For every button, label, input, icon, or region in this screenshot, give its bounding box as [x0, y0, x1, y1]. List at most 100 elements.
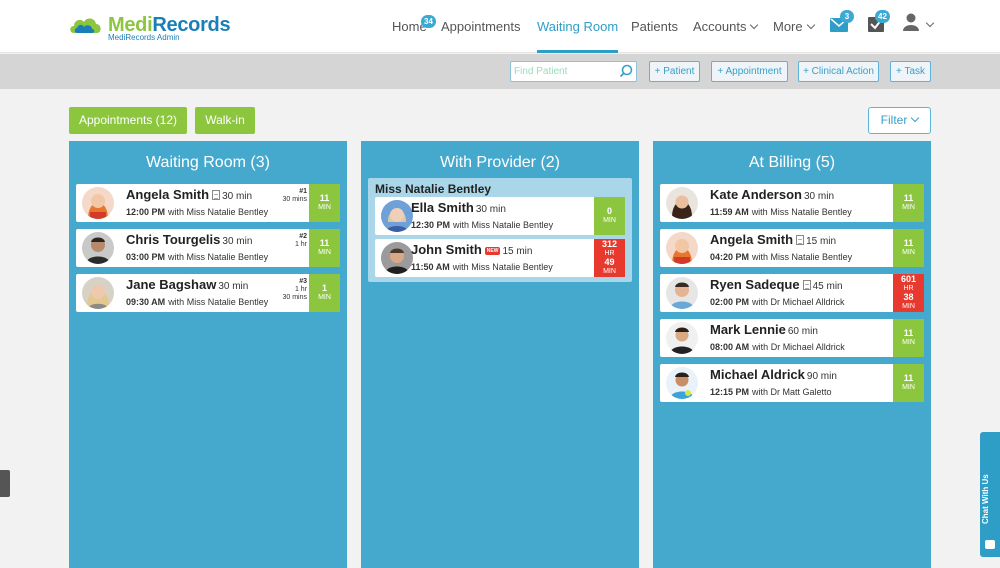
patient-card[interactable]: Jane Bagshaw 30 min 09:30 AM with Miss Nat… [76, 274, 340, 312]
appointment-duration: 90 min [806, 371, 837, 382]
queue-position: #2 1 hr [294, 233, 307, 248]
appointment-info: 11:50 AM with Miss Natalie Bentley [411, 262, 553, 272]
nav-accounts[interactable]: Accounts [693, 0, 759, 53]
appointment-duration: 15 min [806, 236, 837, 247]
walk-in-button[interactable]: Walk-in [195, 107, 255, 134]
with-provider-column: With Provider (2) Miss Natalie Bentley E… [361, 141, 639, 568]
appointments-button[interactable]: Appointments (12) [69, 107, 187, 134]
patient-name: John Smith NEW 15 min [411, 242, 533, 257]
patient-card[interactable]: Angela Smith 15 min 04:20 PM with Miss Nat… [660, 229, 924, 267]
cloud-logo-icon [70, 18, 101, 33]
appointment-duration: 30 min [222, 191, 253, 202]
appointment-time: 12:30 PM [411, 220, 451, 230]
wait-time-badge: 601 HR 38 MIN [893, 274, 924, 312]
chevron-down-icon [750, 20, 759, 30]
provider-name: with Miss Natalie Bentley [751, 207, 852, 217]
appointment-duration: 30 min [803, 191, 834, 202]
notes-icon[interactable] [212, 190, 221, 200]
nav-appointments[interactable]: Appointments [441, 0, 521, 53]
appointment-time: 03:00 PM [126, 252, 166, 262]
filter-button[interactable]: Filter [868, 107, 931, 134]
add-patient-button[interactable]: + Patient [649, 61, 700, 82]
add-task-button[interactable]: + Task [890, 61, 931, 82]
patient-card[interactable]: John Smith NEW 15 min 11:50 AM with Miss Na… [375, 239, 625, 277]
add-clinical-action-button[interactable]: + Clinical Action [798, 61, 879, 82]
nav-waiting-room[interactable]: Waiting Room [537, 0, 619, 53]
add-appointment-button[interactable]: + Appointment [711, 61, 788, 82]
wait-time-badge: 1 MIN [309, 274, 340, 312]
nav-patients[interactable]: Patients [631, 0, 678, 53]
appointment-duration: 15 min [502, 246, 533, 257]
action-bar: + Patient + Appointment + Clinical Actio… [0, 54, 1000, 89]
appointment-time: 09:30 AM [126, 297, 166, 307]
patient-card[interactable]: Angela Smith 30 min 12:00 PM with Miss Nat… [76, 184, 340, 222]
patient-card[interactable]: Mark Lennie 60 min 08:00 AM with Dr Michae… [660, 319, 924, 357]
notes-icon[interactable] [802, 280, 811, 290]
patient-name: Kate Anderson 30 min [710, 187, 834, 202]
logo-subtitle: MediRecords Admin [108, 33, 180, 42]
wait-time-badge: 11 MIN [893, 319, 924, 357]
patient-name: Ella Smith 30 min [411, 200, 506, 215]
appointment-time: 04:20 PM [710, 252, 750, 262]
wait-time-badge: 11 MIN [893, 229, 924, 267]
appointment-time: 08:00 AM [710, 342, 750, 352]
appointment-info: 02:00 PM with Dr Michael Alldrick [710, 297, 845, 307]
appointment-info: 03:00 PM with Miss Natalie Bentley [126, 252, 268, 262]
provider-group-title: Miss Natalie Bentley [375, 182, 492, 196]
search-icon[interactable] [619, 64, 633, 78]
new-patient-badge: NEW [484, 247, 501, 255]
patient-avatar [82, 232, 114, 264]
nav-more[interactable]: More [773, 0, 815, 53]
chat-label: Chat With Us [981, 474, 990, 524]
chat-with-us-button[interactable]: Chat With Us [980, 432, 1000, 557]
patient-card[interactable]: Ella Smith 30 min 12:30 PM with Miss Natal… [375, 197, 625, 235]
patient-avatar [666, 232, 698, 264]
find-patient-input[interactable] [511, 62, 616, 81]
patient-card[interactable]: Kate Anderson 30 min 11:59 AM with Miss Na… [660, 184, 924, 222]
wait-time-badge: 11 MIN [309, 184, 340, 222]
provider-name: with Miss Natalie Bentley [452, 262, 553, 272]
appointment-time: 02:00 PM [710, 297, 750, 307]
appointment-duration: 60 min [787, 326, 818, 337]
appointment-duration: 45 min [812, 281, 843, 292]
appointment-time: 12:00 PM [126, 207, 166, 217]
medirecords-logo[interactable]: MediRecords MediRecords Admin [68, 13, 231, 42]
notes-icon[interactable] [796, 235, 805, 245]
column-title: Waiting Room (3) [146, 154, 270, 171]
side-toggle-tab[interactable] [0, 470, 10, 497]
chevron-down-icon [911, 113, 920, 123]
patient-name: Michael Aldrick 90 min [710, 367, 837, 382]
patient-card[interactable]: Ryen Sadeque 45 min 02:00 PM with Dr Micha… [660, 274, 924, 312]
provider-name: with Miss Natalie Bentley [168, 252, 269, 262]
chat-bubble-icon [985, 540, 995, 549]
chevron-down-icon [925, 18, 935, 28]
wait-time-badge: 0 MIN [594, 197, 625, 235]
appointment-time: 11:59 AM [710, 207, 749, 217]
patient-card[interactable]: Michael Aldrick 90 min 12:15 PM with Dr Ma… [660, 364, 924, 402]
appointment-time: 12:15 PM [710, 387, 750, 397]
patient-avatar [82, 277, 114, 309]
wait-time-badge: 312 HR 49 MIN [594, 239, 625, 277]
column-title: With Provider (2) [439, 154, 561, 171]
appointment-duration: 30 min [218, 281, 249, 292]
appointment-duration: 30 min [475, 204, 506, 215]
at-billing-column: At Billing (5) Kate Anderson 30 min 11:59… [653, 141, 931, 568]
queue-position: #1 30 mins [282, 188, 307, 203]
nav-home[interactable]: Home [392, 0, 427, 53]
patient-avatar [381, 242, 413, 274]
patient-name: Chris Tourgelis 30 min [126, 232, 253, 247]
patient-name: Mark Lennie 60 min [710, 322, 818, 337]
patient-avatar [381, 200, 413, 232]
find-patient-search [510, 61, 637, 82]
provider-name: with Dr Michael Alldrick [752, 297, 845, 307]
patient-card[interactable]: Chris Tourgelis 30 min 03:00 PM with Miss … [76, 229, 340, 267]
home-count-badge: 34 [421, 15, 436, 28]
patient-name: Angela Smith 30 min [126, 187, 253, 202]
column-title: At Billing (5) [748, 154, 836, 171]
provider-name: with Miss Natalie Bentley [453, 220, 554, 230]
patient-avatar [666, 277, 698, 309]
provider-name: with Miss Natalie Bentley [752, 252, 853, 262]
waiting-room-column: Waiting Room (3) Angela Smith 30 min 12:0… [69, 141, 347, 568]
user-menu[interactable] [903, 13, 935, 35]
patient-name: Ryen Sadeque 45 min [710, 277, 843, 292]
